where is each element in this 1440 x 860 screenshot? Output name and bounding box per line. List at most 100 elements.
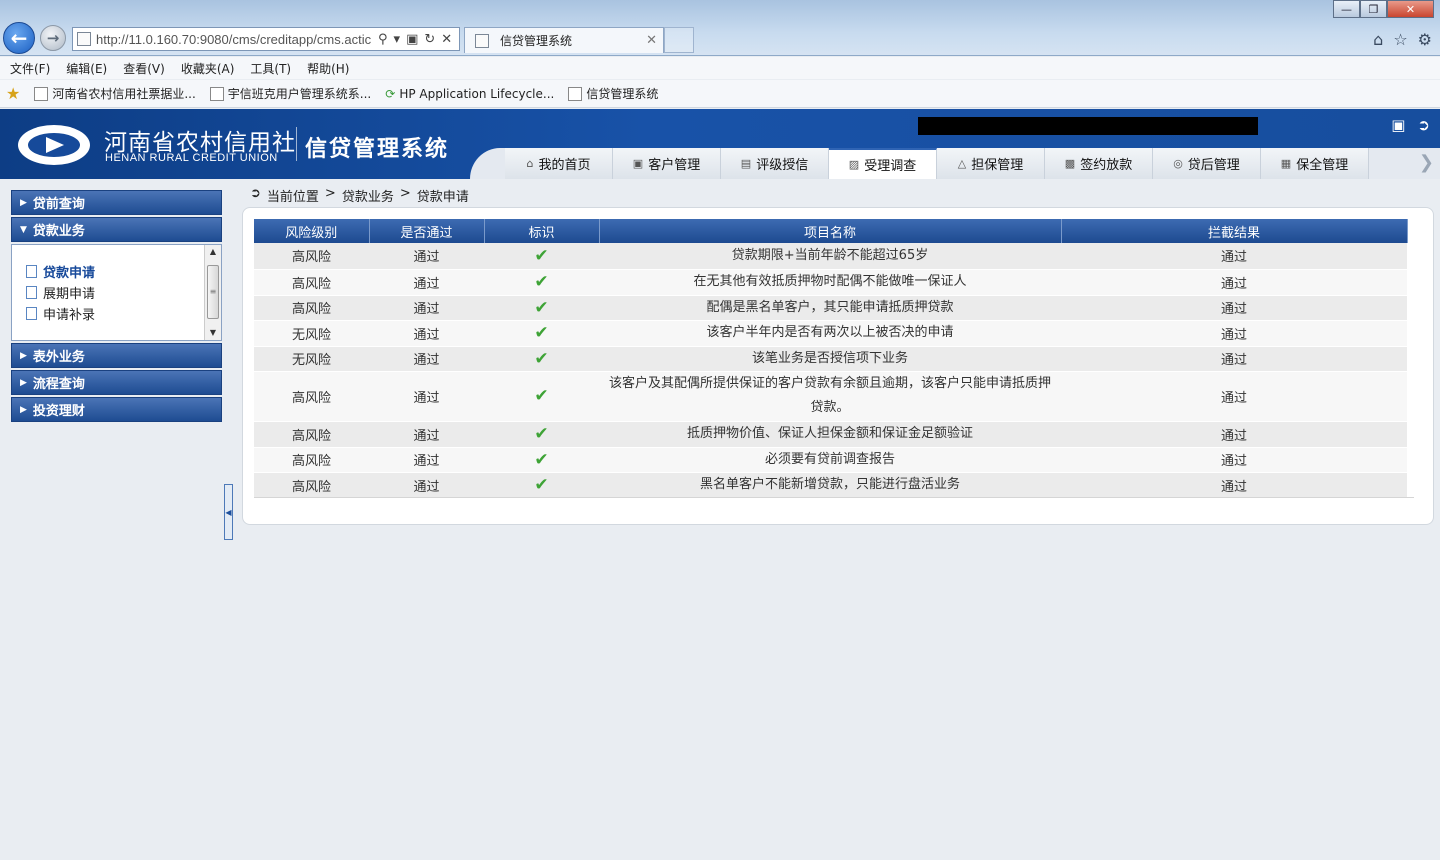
dropdown-icon[interactable]: ▾ <box>394 32 401 47</box>
nav-tab-contract[interactable]: ▩ 签约放款 <box>1045 148 1153 179</box>
column-header: 风险级别 <box>254 219 370 243</box>
menu-edit[interactable]: 编辑(E) <box>66 60 107 77</box>
favorite-link[interactable]: 信贷管理系统 <box>568 85 658 102</box>
nav-tab-guarantee[interactable]: △ 担保管理 <box>937 148 1045 179</box>
sidebar-item-supplement[interactable]: 申请补录 <box>12 303 221 324</box>
minimize-button[interactable]: — <box>1333 0 1360 18</box>
cell-flag: ✔ <box>484 472 599 499</box>
table-row[interactable]: 高风险 通过 ✔ 在无其他有效抵质押物时配偶不能做唯一保证人 通过 <box>254 269 1407 296</box>
cell-risk: 高风险 <box>254 472 369 499</box>
favorite-link[interactable]: ⟳ HP Application Lifecycle... <box>385 87 554 101</box>
cell-risk: 无风险 <box>254 320 369 347</box>
sidebar-group-investment[interactable]: ▶ 投资理财 <box>11 397 222 422</box>
menu-view[interactable]: 查看(V) <box>123 60 165 77</box>
acceptance-icon: ▨ <box>848 158 860 171</box>
table-row[interactable]: 无风险 通过 ✔ 该笔业务是否授信项下业务 通过 <box>254 346 1407 372</box>
scroll-thumb[interactable]: ≡ <box>207 265 219 319</box>
menu-help[interactable]: 帮助(H) <box>307 60 349 77</box>
sidebar: ▶ 贷前查询 ▼ 贷款业务 贷款申请 展期申请 申请补录 ▲ ≡ ▼ ▶ 表外业务 ▶… <box>11 190 222 424</box>
logout-icon[interactable]: ➲ <box>1417 116 1430 134</box>
scroll-up-icon[interactable]: ▲ <box>205 245 221 259</box>
triangle-right-icon: ▶ <box>20 377 27 388</box>
cell-risk: 高风险 <box>254 269 369 296</box>
cell-project: 在无其他有效抵质押物时配偶不能做唯一保证人 <box>599 269 1061 296</box>
nav-tab-preservation[interactable]: ▦ 保全管理 <box>1261 148 1369 179</box>
menu-favorites[interactable]: 收藏夹(A) <box>181 60 235 77</box>
cell-flag: ✔ <box>484 243 599 270</box>
triangle-right-icon: ▶ <box>20 404 27 415</box>
sidebar-group-offbalance[interactable]: ▶ 表外业务 <box>11 343 222 368</box>
forward-button[interactable]: → <box>40 25 66 51</box>
cell-flag: ✔ <box>484 346 599 372</box>
menu-tools[interactable]: 工具(T) <box>250 60 291 77</box>
address-url[interactable]: http://11.0.160.70:9080/cms/creditapp/cm… <box>96 32 374 47</box>
database-icon: ◎ <box>1173 157 1183 170</box>
sidebar-group-prequery[interactable]: ▶ 贷前查询 <box>11 190 222 215</box>
table-bottom-divider <box>254 497 1414 498</box>
redacted-bar <box>918 117 1258 135</box>
column-header: 拦截结果 <box>1061 219 1408 243</box>
cell-pass: 通过 <box>369 472 484 499</box>
chevron-right-icon[interactable]: ❯ <box>1419 152 1434 173</box>
nav-tab-home[interactable]: ⌂ 我的首页 <box>505 148 613 179</box>
triangle-down-icon: ▼ <box>20 224 27 235</box>
cell-result: 通过 <box>1061 421 1407 448</box>
breadcrumb-level1[interactable]: 贷款业务 <box>342 186 394 205</box>
monitor-icon[interactable]: ▣ <box>1391 116 1405 134</box>
address-bar[interactable]: http://11.0.160.70:9080/cms/creditapp/cm… <box>72 27 460 51</box>
table-row[interactable]: 高风险 通过 ✔ 配偶是黑名单客户，其只能申请抵质押贷款 通过 <box>254 295 1407 321</box>
nav-tab-acceptance[interactable]: ▨ 受理调查 <box>829 148 937 179</box>
customer-icon: ▣ <box>632 157 644 170</box>
cell-flag: ✔ <box>484 269 599 296</box>
tab-page-icon <box>475 33 489 48</box>
cell-result: 通过 <box>1061 472 1407 499</box>
new-tab-button[interactable] <box>664 27 694 53</box>
refresh-icon[interactable]: ↻ <box>424 32 435 47</box>
cell-result: 通过 <box>1061 371 1407 422</box>
cell-project: 抵质押物价值、保证人担保金额和保证金足额验证 <box>599 421 1061 448</box>
check-icon: ✔ <box>534 272 549 292</box>
column-header: 标识 <box>484 219 600 243</box>
cell-pass: 通过 <box>369 447 484 473</box>
window-close-button[interactable]: ✕ <box>1387 0 1434 18</box>
table-row[interactable]: 高风险 通过 ✔ 贷款期限+当前年龄不能超过65岁 通过 <box>254 243 1407 270</box>
check-icon: ✔ <box>534 475 549 495</box>
tab-close-icon[interactable]: ✕ <box>646 33 657 48</box>
table-row[interactable]: 无风险 通过 ✔ 该客户半年内是否有两次以上被否决的申请 通过 <box>254 320 1407 347</box>
table-row[interactable]: 高风险 通过 ✔ 该客户及其配偶所提供保证的客户贷款有余额且逾期，该客户只能申请… <box>254 371 1407 422</box>
scroll-down-icon[interactable]: ▼ <box>205 326 221 340</box>
settings-gear-icon[interactable]: ⚙ <box>1418 30 1432 49</box>
favorites-star-icon[interactable]: ☆ <box>1393 30 1407 49</box>
breadcrumb-label: 当前位置 <box>266 190 319 205</box>
nav-tab-postloan[interactable]: ◎ 贷后管理 <box>1153 148 1261 179</box>
compat-view-icon[interactable]: ▣ <box>406 32 418 47</box>
home-icon[interactable]: ⌂ <box>1373 30 1383 49</box>
sidebar-group-loan[interactable]: ▼ 贷款业务 <box>11 217 222 242</box>
cell-result: 通过 <box>1061 320 1407 347</box>
sidebar-scrollbar[interactable]: ▲ ≡ ▼ <box>204 245 221 340</box>
table-row[interactable]: 高风险 通过 ✔ 抵质押物价值、保证人担保金额和保证金足额验证 通过 <box>254 421 1407 448</box>
browser-tab[interactable]: 信贷管理系统 ✕ <box>464 27 664 53</box>
page-icon <box>209 86 224 101</box>
nav-tab-customer[interactable]: ▣ 客户管理 <box>613 148 721 179</box>
cell-risk: 高风险 <box>254 371 369 422</box>
stop-icon[interactable]: ✕ <box>441 32 452 47</box>
cell-result: 通过 <box>1061 243 1407 270</box>
search-icon[interactable]: ⚲ <box>378 32 388 47</box>
cell-project: 黑名单客户不能新增贷款，只能进行盘活业务 <box>599 472 1061 499</box>
sidebar-group-process[interactable]: ▶ 流程查询 <box>11 370 222 395</box>
document-icon <box>26 307 37 320</box>
nav-tab-rating[interactable]: ▤ 评级授信 <box>721 148 829 179</box>
sidebar-item-extension[interactable]: 展期申请 <box>12 282 221 303</box>
table-row[interactable]: 高风险 通过 ✔ 必须要有贷前调查报告 通过 <box>254 447 1407 473</box>
favorites-add-icon[interactable]: ★ <box>6 84 20 103</box>
favorite-link[interactable]: 河南省农村信用社票据业... <box>34 85 196 102</box>
maximize-button[interactable]: ❐ <box>1360 0 1387 18</box>
back-button[interactable]: ← <box>3 22 35 54</box>
cell-result: 通过 <box>1061 295 1407 321</box>
table-row[interactable]: 高风险 通过 ✔ 黑名单客户不能新增贷款，只能进行盘活业务 通过 <box>254 472 1407 499</box>
favorite-link[interactable]: 宇信班克用户管理系统系... <box>209 85 371 102</box>
menu-file[interactable]: 文件(F) <box>10 60 50 77</box>
sidebar-collapse-handle[interactable]: ◀ <box>224 484 233 540</box>
sidebar-item-loan-apply[interactable]: 贷款申请 <box>12 261 221 282</box>
